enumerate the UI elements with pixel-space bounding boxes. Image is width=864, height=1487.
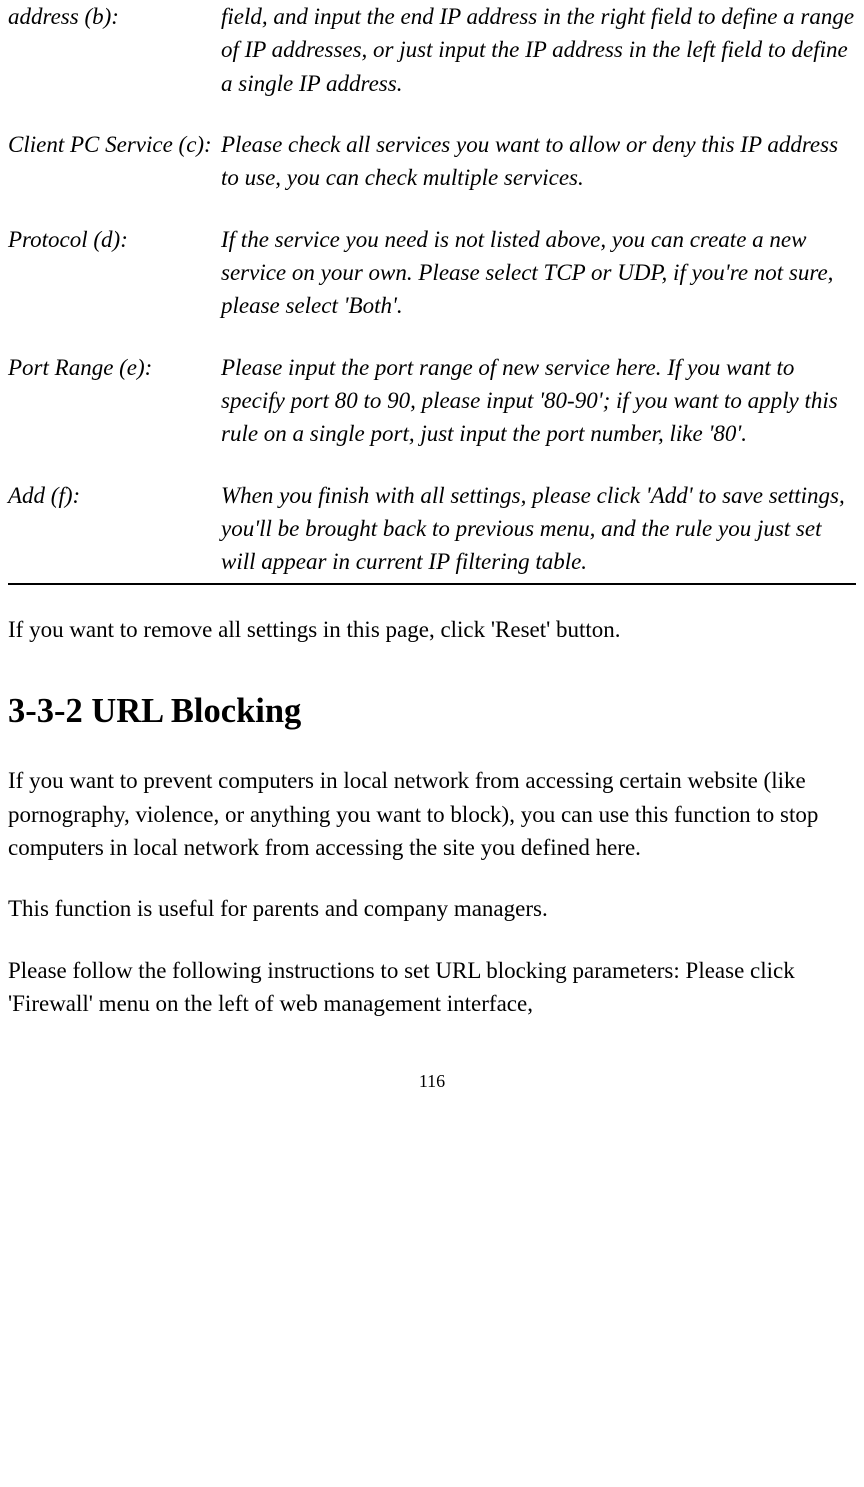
definition-term: Port Range (e): [8, 351, 221, 451]
section-heading-url-blocking: 3-3-2 URL Blocking [8, 686, 856, 736]
definition-row: Port Range (e): Please input the port ra… [8, 351, 856, 451]
definition-term: Client PC Service (c): [8, 128, 221, 195]
paragraph-url-blocking: If you want to prevent computers in loca… [8, 764, 856, 864]
definitions-table: address (b): field, and input the end IP… [8, 0, 856, 585]
definition-row: Client PC Service (c): Please check all … [8, 128, 856, 195]
paragraph-reset: If you want to remove all settings in th… [8, 613, 856, 646]
definition-row: Add (f): When you finish with all settin… [8, 479, 856, 579]
paragraph-instructions: Please follow the following instructions… [8, 954, 856, 1021]
definition-row: Protocol (d): If the service you need is… [8, 223, 856, 323]
definition-description: Please check all services you want to al… [221, 128, 856, 195]
definition-description: If the service you need is not listed ab… [221, 223, 856, 323]
definition-description: field, and input the end IP address in t… [221, 0, 856, 100]
paragraph-useful: This function is useful for parents and … [8, 892, 856, 925]
definition-term: Add (f): [8, 479, 221, 579]
definition-row: address (b): field, and input the end IP… [8, 0, 856, 100]
definition-term: address (b): [8, 0, 221, 100]
definition-term: Protocol (d): [8, 223, 221, 323]
page-number: 116 [8, 1068, 856, 1094]
definition-description: Please input the port range of new servi… [221, 351, 856, 451]
definition-description: When you finish with all settings, pleas… [221, 479, 856, 579]
